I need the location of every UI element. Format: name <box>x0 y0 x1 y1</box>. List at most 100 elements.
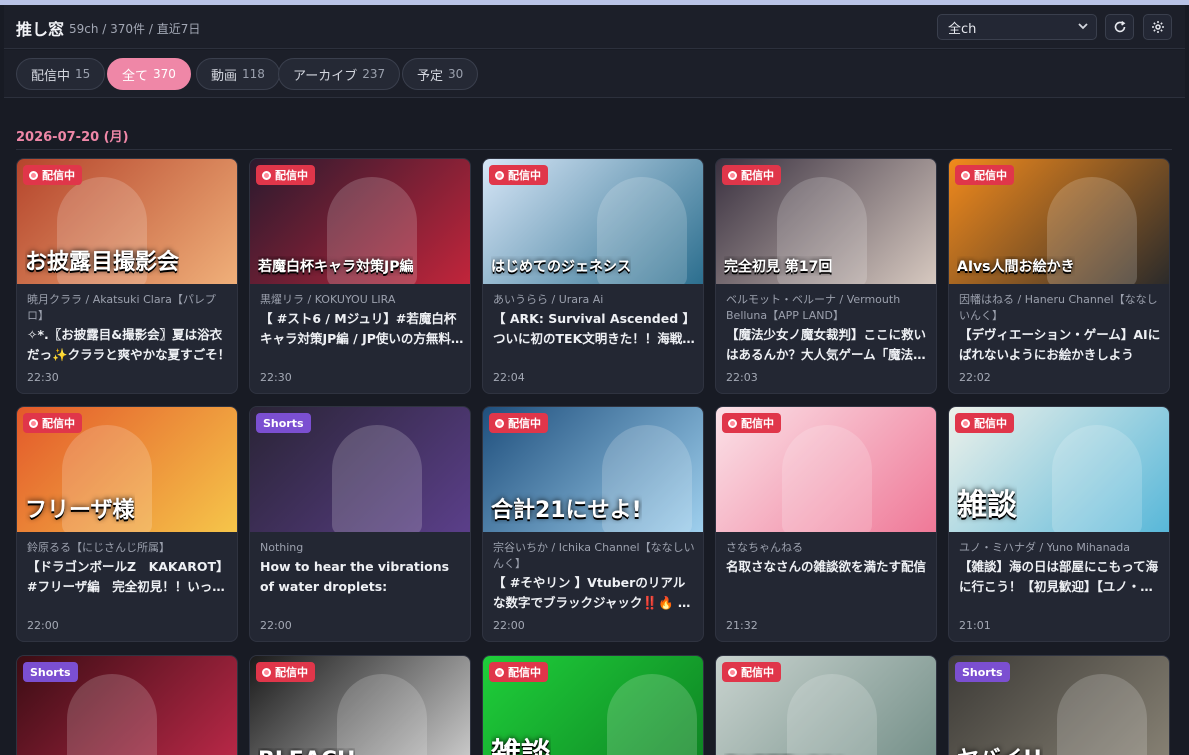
thumbnail-figure <box>337 674 427 755</box>
refresh-button[interactable] <box>1105 14 1134 40</box>
video-thumbnail[interactable]: 泉と月探索♡ラスト配信中 <box>716 656 936 755</box>
video-card[interactable]: BLEACH 配信中 <box>249 655 471 755</box>
channel-name[interactable]: 因幡はねる / Haneru Channel【ななしいんく】 <box>959 292 1163 324</box>
thumbnail-text: 若魔白杯キャラ対策JP編 <box>258 259 414 275</box>
video-card[interactable]: 泉と月探索♡ラスト配信中 <box>715 655 937 755</box>
video-title[interactable]: 【ドラゴンボールZ KAKAROT】#フリーザ編 完全初見！！いっくぞー！ <box>27 557 231 597</box>
video-card[interactable]: はじめてのジェネシス 配信中あいうらら / Urara Ai 【 ARK: Surv… <box>482 158 704 394</box>
video-thumbnail[interactable]: 配信中 <box>716 407 936 532</box>
live-dot-icon <box>262 170 271 180</box>
video-card[interactable]: 若魔白杯キャラ対策JP編 配信中黒燿リラ / KOKUYOU LIRA 【 #スト6… <box>249 158 471 394</box>
start-time: 22:30 <box>27 371 59 384</box>
live-badge: 配信中 <box>256 662 315 682</box>
thumbnail-text: フリーザ様 <box>25 498 135 523</box>
video-card[interactable]: 配信中 さなちゃんねる 名取さなさんの雑談欲を満たす配信 21:32 <box>715 406 937 642</box>
thumbnail-figure <box>1052 425 1142 532</box>
date-heading: 2026-07-20 (月) <box>16 130 129 145</box>
video-thumbnail[interactable]: お披露目撮影会 配信中 <box>17 159 237 284</box>
channel-name[interactable]: 宗谷いちか / Ichika Channel【ななしいんく】 <box>493 540 697 572</box>
channel-name[interactable]: Nothing <box>260 540 464 556</box>
filter-label: アーカイブ <box>293 68 358 84</box>
live-badge: 配信中 <box>489 662 548 682</box>
channel-name[interactable]: ベルモット・ベルーナ / Vermouth Belluna【APP LAND】 <box>726 292 930 324</box>
video-thumbnail[interactable]: 雑談 配信中 <box>949 407 1169 532</box>
video-thumbnail[interactable]: 完全初見 第17回 配信中 <box>716 159 936 284</box>
channel-select[interactable]: 全ch <box>937 14 1097 40</box>
channel-name[interactable]: 黒燿リラ / KOKUYOU LIRA <box>260 292 464 308</box>
live-badge: 配信中 <box>722 662 781 682</box>
thumbnail-text: AIvs人間お絵かき <box>957 259 1075 275</box>
live-dot-icon <box>495 418 504 428</box>
video-card[interactable]: 完全初見 第17回 配信中ベルモット・ベルーナ / Vermouth Bellun… <box>715 158 937 394</box>
video-card[interactable]: Shorts Nothing How to hear the vibrations … <box>249 406 471 642</box>
video-card[interactable]: AIvs人間お絵かき 配信中因幡はねる / Haneru Channel【ななしい… <box>948 158 1170 394</box>
live-badge-label: 配信中 <box>974 169 1007 182</box>
live-badge: 配信中 <box>955 413 1014 433</box>
thumbnail-figure <box>787 674 877 755</box>
video-thumbnail[interactable]: Shorts <box>250 407 470 532</box>
video-card[interactable]: フリーザ様 配信中鈴原るる【にじさんじ所属】 【ドラゴンボールZ KAKAROT】#… <box>16 406 238 642</box>
filter-label: 動画 <box>211 68 238 84</box>
date-divider <box>16 149 1172 150</box>
live-badge-label: 配信中 <box>741 666 774 679</box>
video-thumbnail[interactable]: BLEACH 配信中 <box>250 656 470 755</box>
shorts-badge: Shorts <box>23 662 78 682</box>
live-badge-label: 配信中 <box>508 666 541 679</box>
live-dot-icon <box>728 170 737 180</box>
filter-bar: 配信中 15 全て 370 動画 118 アーカイブ 237 予定 30 <box>4 50 1185 98</box>
video-card[interactable]: Shorts <box>16 655 238 755</box>
channel-name[interactable]: 暁月クララ / Akatsuki Clara【パレプロ】 <box>27 292 231 324</box>
settings-button[interactable] <box>1143 14 1172 40</box>
video-title[interactable]: 【デヴィエーション・ゲーム】AIにばれないようにお絵かきしよう <box>959 325 1163 365</box>
video-card[interactable]: 雑談 配信中 <box>482 655 704 755</box>
filter-scheduled[interactable]: 予定 30 <box>402 58 479 90</box>
video-thumbnail[interactable]: はじめてのジェネシス 配信中 <box>483 159 703 284</box>
video-title[interactable]: 【雑談】海の日は部屋にこもって海に行こう！【初見歓迎】【ユノ・ミハナダ】 <box>959 557 1163 597</box>
video-title[interactable]: 【 #そやリン 】Vtuberのリアルな数字でブラックジャック‼️🔥 メンバーの… <box>493 573 697 613</box>
start-time: 22:00 <box>260 619 292 632</box>
video-thumbnail[interactable]: ヤバイ!! Shorts <box>949 656 1169 755</box>
live-badge: 配信中 <box>23 165 82 185</box>
live-dot-icon <box>29 170 38 180</box>
filter-all[interactable]: 全て 370 <box>107 58 191 90</box>
video-card[interactable]: 合計21にせよ! 配信中宗谷いちか / Ichika Channel【ななしいんく… <box>482 406 704 642</box>
video-title[interactable]: ✧*.〖お披露目&撮影会〗夏は浴衣だっ✨クララと爽やかな夏すごそ！ <box>27 325 231 365</box>
app-title: 推し窓 <box>16 20 65 39</box>
thumbnail-text: はじめてのジェネシス <box>491 259 631 275</box>
filter-label: 全て <box>122 68 149 84</box>
shorts-badge: Shorts <box>955 662 1010 682</box>
video-title[interactable]: 【魔法少女ノ魔女裁判】ここに救いはあるんか？大人気ゲーム「魔法少女ノ魔女裁判」 <box>726 325 930 365</box>
video-title[interactable]: How to hear the vibrations of water drop… <box>260 557 464 597</box>
channel-name[interactable]: さなちゃんねる <box>726 540 930 556</box>
filter-live[interactable]: 配信中 15 <box>16 58 106 90</box>
live-badge: 配信中 <box>489 413 548 433</box>
start-time: 22:00 <box>27 619 59 632</box>
shorts-badge: Shorts <box>256 413 311 433</box>
filter-count: 30 <box>448 67 464 81</box>
video-thumbnail[interactable]: 若魔白杯キャラ対策JP編 配信中 <box>250 159 470 284</box>
video-title[interactable]: 【 ARK: Survival Ascended 】ついに初のTEK文明きた！！… <box>493 309 697 349</box>
video-thumbnail[interactable]: Shorts <box>17 656 237 755</box>
live-badge-label: 配信中 <box>741 417 774 430</box>
thumbnail-text: 完全初見 第17回 <box>724 259 833 275</box>
video-card[interactable]: ヤバイ!! Shorts <box>948 655 1170 755</box>
thumbnail-figure <box>782 425 872 532</box>
video-thumbnail[interactable]: 雑談 配信中 <box>483 656 703 755</box>
video-title[interactable]: 【 #スト6 / Mジュリ】#若魔白杯キャラ対策JP編 / JP使いの方無料コー… <box>260 309 464 349</box>
video-title[interactable]: 名取さなさんの雑談欲を満たす配信 <box>726 557 930 577</box>
channel-name[interactable]: 鈴原るる【にじさんじ所属】 <box>27 540 231 556</box>
live-dot-icon <box>728 667 737 677</box>
channel-name[interactable]: ユノ・ミハナダ / Yuno Mihanada <box>959 540 1163 556</box>
video-thumbnail[interactable]: AIvs人間お絵かき 配信中 <box>949 159 1169 284</box>
live-dot-icon <box>29 418 38 428</box>
live-badge: 配信中 <box>722 165 781 185</box>
filter-archive[interactable]: アーカイブ 237 <box>278 58 401 90</box>
video-thumbnail[interactable]: フリーザ様 配信中 <box>17 407 237 532</box>
live-badge-label: 配信中 <box>42 169 75 182</box>
video-card[interactable]: お披露目撮影会 配信中暁月クララ / Akatsuki Clara【パレプロ】 ✧*… <box>16 158 238 394</box>
channel-name[interactable]: あいうらら / Urara Ai <box>493 292 697 308</box>
filter-videos[interactable]: 動画 118 <box>196 58 280 90</box>
video-thumbnail[interactable]: 合計21にせよ! 配信中 <box>483 407 703 532</box>
video-card[interactable]: 雑談 配信中ユノ・ミハナダ / Yuno Mihanada 【雑談】海の日は部屋にこ… <box>948 406 1170 642</box>
filter-label: 予定 <box>417 68 444 84</box>
